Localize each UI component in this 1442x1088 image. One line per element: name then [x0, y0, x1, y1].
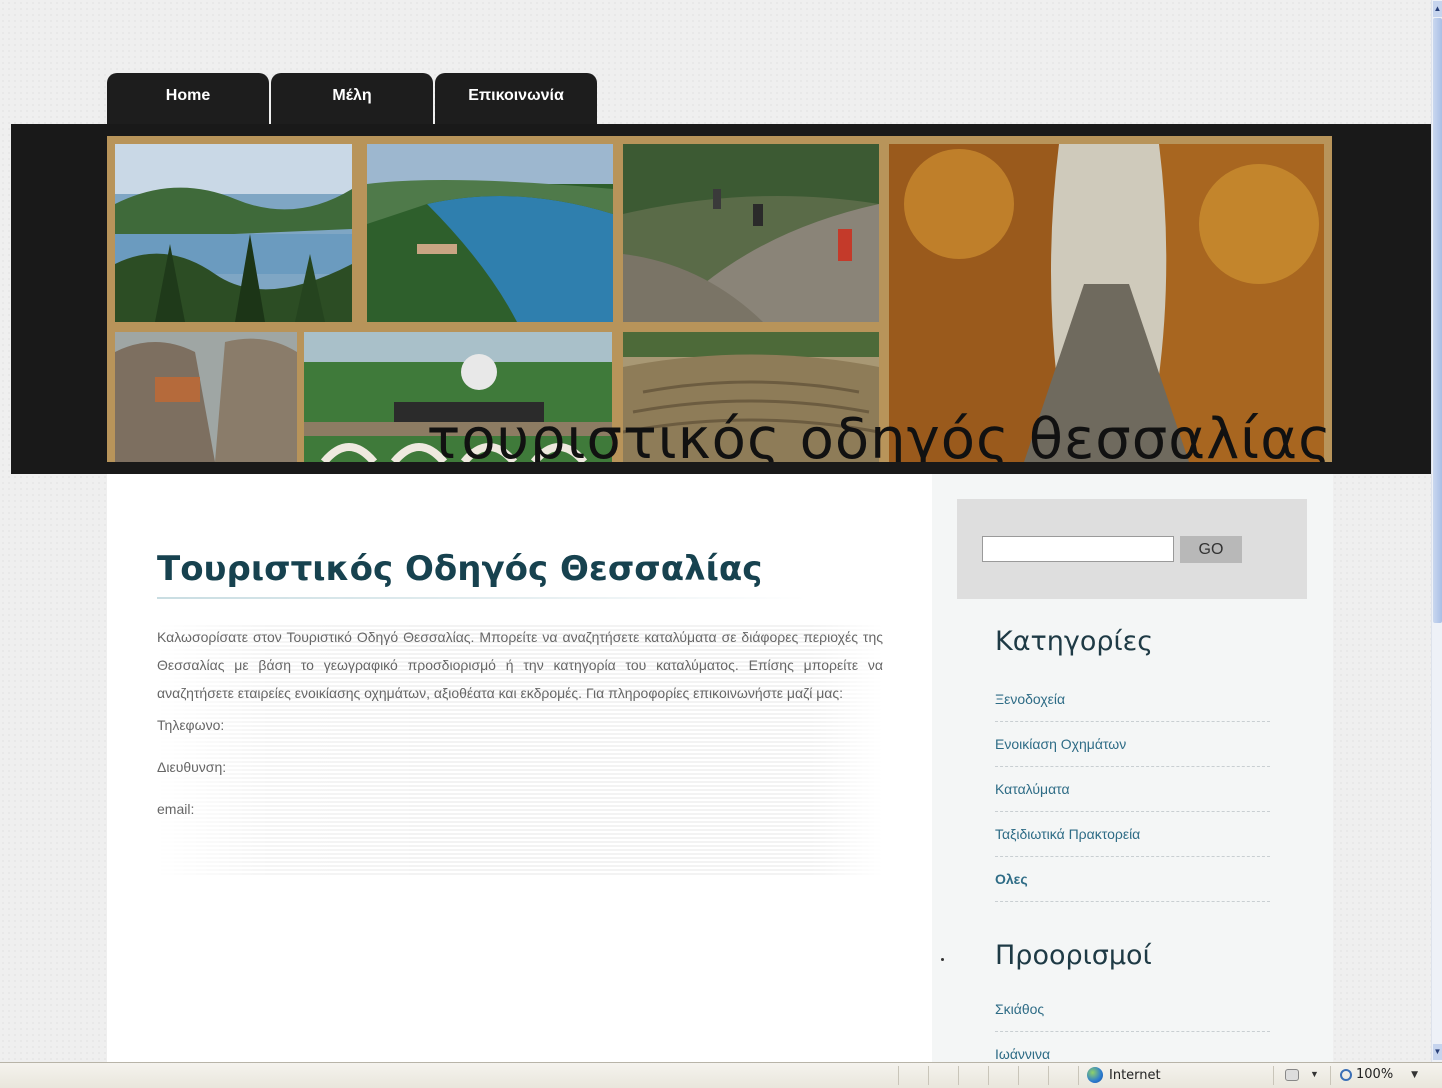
- categories-heading: Κατηγορίες: [995, 626, 1154, 657]
- chevron-down-icon[interactable]: ▼: [1310, 1069, 1319, 1079]
- header-banner: τουριστικός οδηγός θεσσαλίας: [107, 136, 1332, 462]
- destination-ioannina[interactable]: Ιωάννινα: [995, 1032, 1270, 1062]
- page-title: Τουριστικός Οδηγός Θεσσαλίας: [157, 549, 763, 589]
- category-accommodation[interactable]: Καταλύματα: [995, 767, 1270, 812]
- status-bar: Internet ▼ 100% ▼: [0, 1062, 1442, 1088]
- tab-members[interactable]: Μέλη: [271, 73, 433, 124]
- tab-home[interactable]: Home: [107, 73, 269, 124]
- status-divider: [898, 1066, 899, 1085]
- bay-photo: [367, 144, 613, 322]
- zoom-icon: [1340, 1068, 1352, 1081]
- zoom-control[interactable]: 100% ▼: [1340, 1067, 1418, 1082]
- sidebar: GO Κατηγορίες Ξενοδοχεία Ενοικίαση Οχημά…: [932, 474, 1333, 1062]
- destinations-heading: Προορισμοί: [995, 940, 1152, 971]
- destination-skiathos[interactable]: Σκιάθος: [995, 987, 1270, 1032]
- zoom-level: 100%: [1356, 1067, 1394, 1082]
- status-divider: [958, 1066, 959, 1085]
- phone-label: Τηλεφωνο:: [157, 717, 225, 733]
- content-area: Τουριστικός Οδηγός Θεσσαλίας Καλωσορίσατ…: [107, 474, 1333, 1062]
- status-divider: [988, 1066, 989, 1085]
- status-divider: [1078, 1066, 1079, 1085]
- zone-label: Internet: [1109, 1067, 1161, 1083]
- meteora-photo: [115, 332, 297, 462]
- lake-photo: [115, 144, 352, 322]
- category-car-rental[interactable]: Ενοικίαση Οχημάτων: [995, 722, 1270, 767]
- category-all[interactable]: Ολες: [995, 857, 1270, 902]
- intro-paragraph: Καλωσορίσατε στον Τουριστικό Οδηγό Θεσσα…: [157, 629, 883, 701]
- bullet-dot: [941, 958, 944, 961]
- categories-list: Ξενοδοχεία Ενοικίαση Οχημάτων Καταλύματα…: [995, 677, 1270, 902]
- category-hotels[interactable]: Ξενοδοχεία: [995, 677, 1270, 722]
- globe-icon: [1087, 1067, 1103, 1083]
- status-divider: [1273, 1066, 1274, 1085]
- search-input[interactable]: [982, 536, 1174, 562]
- protected-mode-icon[interactable]: [1285, 1069, 1299, 1081]
- scroll-up-icon[interactable]: ▲: [1433, 1, 1442, 17]
- welcome-textbox: Καλωσορίσατε στον Τουριστικό Οδηγό Θεσσα…: [157, 623, 883, 877]
- vertical-scrollbar[interactable]: ▲ ▼: [1431, 0, 1442, 1062]
- scroll-thumb[interactable]: [1433, 18, 1442, 623]
- security-zone[interactable]: Internet: [1087, 1067, 1161, 1083]
- chevron-down-icon[interactable]: ▼: [1411, 1070, 1418, 1080]
- email-label: email:: [157, 801, 195, 817]
- destinations-list: Σκιάθος Ιωάννινα: [995, 987, 1270, 1062]
- go-button[interactable]: GO: [1180, 536, 1242, 563]
- scroll-down-icon[interactable]: ▼: [1433, 1044, 1442, 1060]
- address-label: Διευθυνση:: [157, 759, 227, 775]
- hikers-photo: [623, 144, 879, 322]
- status-divider: [1018, 1066, 1019, 1085]
- search-panel: GO: [957, 499, 1307, 599]
- tab-contact[interactable]: Επικοινωνία: [435, 73, 597, 124]
- category-travel-agencies[interactable]: Ταξιδιωτικά Πρακτορεία: [995, 812, 1270, 857]
- status-divider: [1330, 1066, 1331, 1085]
- browser-viewport: Home Μέλη Επικοινωνία τουριστικός οδηγός…: [0, 0, 1431, 1062]
- main-content: Τουριστικός Οδηγός Θεσσαλίας Καλωσορίσατ…: [157, 549, 883, 877]
- title-divider: [157, 597, 807, 599]
- status-divider: [1048, 1066, 1049, 1085]
- status-divider: [928, 1066, 929, 1085]
- main-nav: Home Μέλη Επικοινωνία: [107, 73, 597, 124]
- banner-title: τουριστικός οδηγός θεσσαλίας: [426, 407, 1332, 463]
